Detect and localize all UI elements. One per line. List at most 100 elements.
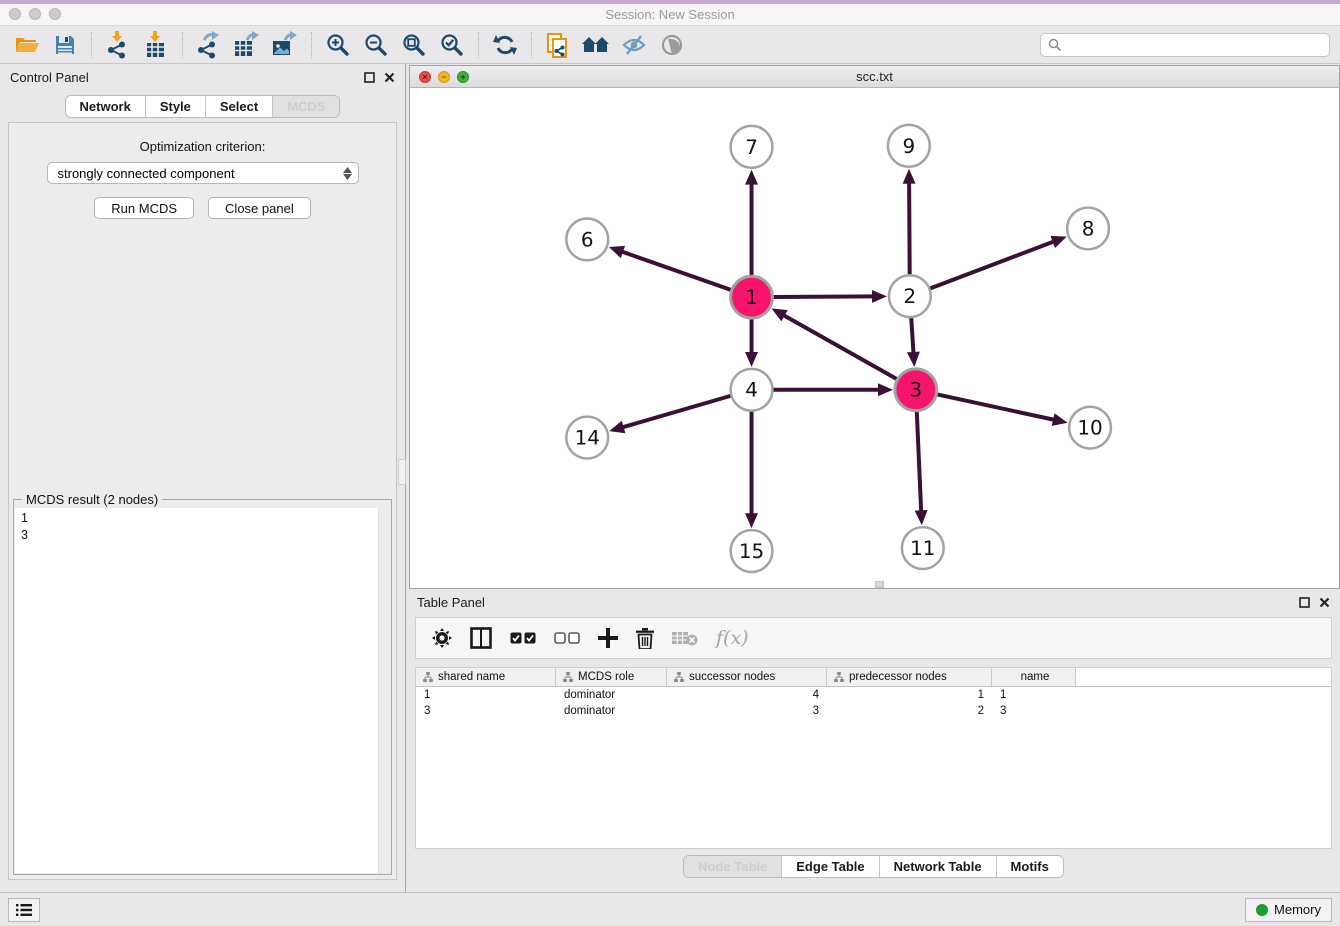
- add-column-icon[interactable]: [598, 628, 618, 648]
- cell-MCDS-role[interactable]: dominator: [556, 705, 667, 717]
- home-icon[interactable]: [579, 29, 613, 61]
- graph-node-9[interactable]: 9: [888, 125, 930, 167]
- graph-node-15[interactable]: 15: [731, 530, 773, 572]
- tab-style[interactable]: Style: [146, 96, 206, 117]
- graph-node-7[interactable]: 7: [731, 126, 773, 168]
- tab-edge-table[interactable]: Edge Table: [782, 856, 879, 877]
- edge-1-6[interactable]: [609, 246, 731, 290]
- column-header-name[interactable]: name: [992, 668, 1076, 686]
- column-header-successor-nodes[interactable]: successor nodes: [667, 668, 827, 686]
- clone-network-icon[interactable]: [541, 29, 575, 61]
- cell-predecessor-nodes[interactable]: 2: [827, 705, 992, 717]
- table-panel: Table Panel: [407, 589, 1340, 892]
- close-network-icon[interactable]: ×: [419, 71, 431, 83]
- cell-shared-name[interactable]: 3: [416, 705, 556, 717]
- delete-column-icon[interactable]: [636, 628, 654, 649]
- cell-MCDS-role[interactable]: dominator: [556, 689, 667, 701]
- edge-4-14[interactable]: [609, 396, 730, 433]
- close-panel-button[interactable]: Close panel: [208, 197, 311, 219]
- edge-1-7[interactable]: [745, 170, 758, 276]
- maximize-network-icon[interactable]: +: [457, 71, 469, 83]
- tab-node-table[interactable]: Node Table: [684, 856, 782, 877]
- zoom-out-icon[interactable]: [359, 29, 393, 61]
- column-header-predecessor-nodes[interactable]: predecessor nodes: [827, 668, 992, 686]
- result-scrollbar[interactable]: [378, 508, 390, 873]
- cell-successor-nodes[interactable]: 3: [667, 705, 827, 717]
- show-graphics-details-icon[interactable]: [617, 29, 651, 61]
- splitter-grip[interactable]: [398, 459, 406, 485]
- select-all-checkboxes-icon[interactable]: [510, 632, 536, 644]
- function-builder-icon[interactable]: f(x): [716, 627, 749, 649]
- graph-node-14[interactable]: 14: [566, 417, 608, 459]
- export-image-icon[interactable]: [268, 29, 302, 61]
- tab-network[interactable]: Network: [66, 96, 146, 117]
- import-network-icon[interactable]: [101, 29, 135, 61]
- tab-mcds[interactable]: MCDS: [273, 96, 339, 117]
- cell-predecessor-nodes[interactable]: 1: [827, 689, 992, 701]
- close-panel-icon[interactable]: [384, 72, 395, 83]
- column-header-shared-name[interactable]: shared name: [416, 668, 556, 686]
- task-history-button[interactable]: [8, 898, 40, 922]
- close-table-panel-icon[interactable]: [1319, 597, 1330, 608]
- import-table-icon[interactable]: [139, 29, 173, 61]
- delete-table-icon[interactable]: [672, 630, 698, 646]
- close-window-button[interactable]: [9, 8, 21, 20]
- graph-node-10[interactable]: 10: [1069, 407, 1111, 449]
- float-table-panel-icon[interactable]: [1299, 597, 1310, 608]
- edge-3-11[interactable]: [915, 412, 928, 526]
- zoom-selected-icon[interactable]: [435, 29, 469, 61]
- deselect-all-checkboxes-icon[interactable]: [554, 632, 580, 644]
- refresh-layout-icon[interactable]: [488, 29, 522, 61]
- open-session-icon[interactable]: [10, 29, 44, 61]
- graph-node-6[interactable]: 6: [566, 219, 608, 261]
- zoom-in-icon[interactable]: [321, 29, 355, 61]
- memory-button[interactable]: Memory: [1245, 898, 1332, 922]
- edge-3-1[interactable]: [771, 308, 896, 379]
- mcds-result-textarea[interactable]: 1 3: [15, 508, 390, 873]
- network-canvas[interactable]: 1 2 3 4 6 7 8 9 10 11 14 15: [410, 88, 1339, 588]
- graph-node-3[interactable]: 3: [895, 369, 937, 411]
- edge-4-15[interactable]: [745, 412, 758, 528]
- tab-motifs[interactable]: Motifs: [997, 856, 1063, 877]
- minimize-window-button[interactable]: [29, 8, 41, 20]
- table-panel-title: Table Panel: [417, 595, 485, 610]
- horizontal-splitter-grip[interactable]: [875, 581, 884, 588]
- graph-node-11[interactable]: 11: [902, 527, 944, 569]
- search-input[interactable]: [1040, 33, 1330, 57]
- graph-node-2[interactable]: 2: [889, 275, 931, 317]
- cell-name[interactable]: 3: [992, 705, 1076, 717]
- zoom-fit-icon[interactable]: [397, 29, 431, 61]
- float-panel-icon[interactable]: [364, 72, 375, 83]
- tab-network-table[interactable]: Network Table: [880, 856, 997, 877]
- edge-4-3[interactable]: [773, 383, 892, 396]
- column-selector-icon[interactable]: [470, 627, 492, 649]
- vertical-splitter[interactable]: [405, 64, 407, 892]
- cell-successor-nodes[interactable]: 4: [667, 689, 827, 701]
- graph-node-4[interactable]: 4: [731, 369, 773, 411]
- edge-1-2[interactable]: [773, 290, 887, 303]
- edge-1-4[interactable]: [745, 319, 758, 367]
- maximize-window-button[interactable]: [49, 8, 61, 20]
- run-mcds-button[interactable]: Run MCDS: [94, 197, 194, 219]
- tab-select[interactable]: Select: [206, 96, 273, 117]
- cell-name[interactable]: 1: [992, 689, 1076, 701]
- column-header-MCDS-role[interactable]: MCDS role: [556, 668, 667, 686]
- save-session-icon[interactable]: [48, 29, 82, 61]
- toolbar-separator: [182, 32, 183, 58]
- graph-node-8[interactable]: 8: [1067, 208, 1109, 250]
- edge-2-8[interactable]: [930, 236, 1066, 289]
- status-bar: Memory: [0, 892, 1340, 926]
- edge-2-3[interactable]: [907, 318, 920, 367]
- graph-node-1[interactable]: 1: [731, 276, 773, 318]
- export-table-icon[interactable]: [230, 29, 264, 61]
- gear-icon[interactable]: [432, 628, 452, 648]
- table-row[interactable]: 1dominator411: [416, 687, 1331, 703]
- export-network-icon[interactable]: [192, 29, 226, 61]
- eye-icon[interactable]: [655, 29, 689, 61]
- cell-shared-name[interactable]: 1: [416, 689, 556, 701]
- edge-3-10[interactable]: [937, 394, 1067, 425]
- edge-2-9[interactable]: [903, 169, 916, 275]
- table-row[interactable]: 3dominator323: [416, 703, 1331, 719]
- optimization-criterion-select[interactable]: strongly connected component: [47, 162, 359, 184]
- minimize-network-icon[interactable]: −: [438, 71, 450, 83]
